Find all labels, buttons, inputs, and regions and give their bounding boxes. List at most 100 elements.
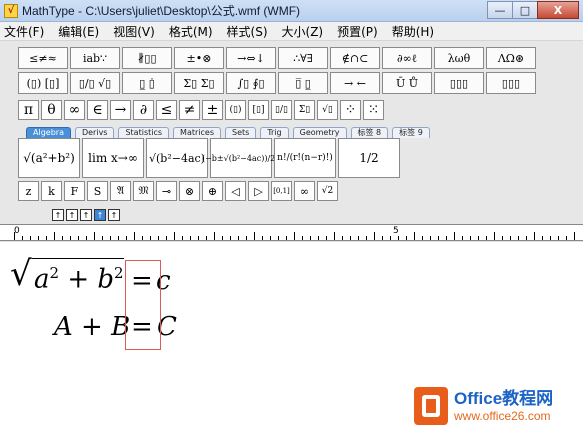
- palette-logic[interactable]: ∴∀∃: [278, 47, 328, 69]
- tab-sets[interactable]: Sets: [225, 127, 257, 138]
- menu-edit[interactable]: 编辑(E): [58, 23, 99, 40]
- tab-geometry[interactable]: Geometry: [292, 127, 347, 138]
- ruler-tick: [382, 236, 383, 240]
- size-button-5[interactable]: ↑: [108, 209, 120, 221]
- palette-bars[interactable]: ▯̅ ▯̲: [278, 72, 328, 94]
- size-button-2[interactable]: ↑: [66, 209, 78, 221]
- small-k[interactable]: k: [41, 181, 62, 201]
- symbol-partial[interactable]: ∂: [133, 100, 154, 120]
- maximize-button[interactable]: □: [512, 1, 538, 19]
- ruler-tick: [230, 236, 231, 240]
- ruler-tick: [270, 236, 271, 240]
- symbol-pi[interactable]: π: [18, 100, 39, 120]
- symbol-dots-2[interactable]: ⁙: [363, 100, 384, 120]
- small-multimap[interactable]: ⊸: [156, 181, 177, 201]
- equation-line-1[interactable]: a2 + b2: [34, 264, 124, 295]
- palette-misc[interactable]: ∂∞ℓ: [382, 47, 432, 69]
- ruler-tick: [510, 236, 511, 240]
- symbol-parentheses[interactable]: (▯): [225, 100, 246, 120]
- palette-arrows[interactable]: →⇔↓: [226, 47, 276, 69]
- palette-relations[interactable]: ≤≠≈: [18, 47, 68, 69]
- menu-size[interactable]: 大小(Z): [282, 23, 324, 40]
- symbol-sum[interactable]: Σ▯: [294, 100, 315, 120]
- ruler-tick: [334, 232, 335, 240]
- small-fraktur-A[interactable]: 𝔄: [110, 181, 131, 201]
- tab-matrices[interactable]: Matrices: [173, 127, 221, 138]
- minimize-button[interactable]: —: [487, 1, 513, 19]
- small-S[interactable]: S: [87, 181, 108, 201]
- menu-file[interactable]: 文件(F): [4, 23, 44, 40]
- small-otimes[interactable]: ⊗: [179, 181, 200, 201]
- ruler[interactable]: 0 5: [0, 224, 583, 241]
- menu-view[interactable]: 视图(V): [113, 23, 155, 40]
- palette-subscripts[interactable]: ▯̲ ▯̇: [122, 72, 172, 94]
- palette-boxes[interactable]: ▯▯▯: [486, 72, 536, 94]
- palette-greek-lower[interactable]: λωθ: [434, 47, 484, 69]
- symbol-arrow-right[interactable]: →: [110, 100, 131, 120]
- size-button-4[interactable]: ↑: [94, 209, 106, 221]
- small-fraktur-M[interactable]: 𝔐: [133, 181, 154, 201]
- ruler-tick: [518, 236, 519, 240]
- symbol-fraction[interactable]: ▯/▯: [271, 100, 292, 120]
- palette-fences[interactable]: (▯) [▯]: [18, 72, 68, 94]
- template-pythagoras[interactable]: √(a²+b²): [18, 138, 80, 178]
- size-button-3[interactable]: ↑: [80, 209, 92, 221]
- symbol-element-of[interactable]: ∈: [87, 100, 108, 120]
- menu-preferences[interactable]: 预置(P): [337, 23, 378, 40]
- tab-label-8[interactable]: 标签 8: [350, 127, 389, 138]
- ruler-tick: [342, 236, 343, 240]
- template-one-half[interactable]: 1/2: [338, 138, 400, 178]
- small-triangle-left[interactable]: ◁: [225, 181, 246, 201]
- palette-operators[interactable]: ±•⊗: [174, 47, 224, 69]
- symbol-plus-minus[interactable]: ±: [202, 100, 223, 120]
- ruler-tick: [62, 236, 63, 240]
- symbol-brackets[interactable]: [▯]: [248, 100, 269, 120]
- palette-products[interactable]: Ū Ů: [382, 72, 432, 94]
- tab-derivs[interactable]: Derivs: [74, 127, 115, 138]
- small-triangle-right[interactable]: ▷: [248, 181, 269, 201]
- menu-style[interactable]: 样式(S): [227, 23, 268, 40]
- symbol-infinity[interactable]: ∞: [64, 100, 85, 120]
- small-oplus[interactable]: ⊕: [202, 181, 223, 201]
- symbol-less-equal[interactable]: ≤: [156, 100, 177, 120]
- symbol-dots-1[interactable]: ⁘: [340, 100, 361, 120]
- palette-fractions-radicals[interactable]: ▯/▯ √▯: [70, 72, 120, 94]
- tab-statistics[interactable]: Statistics: [118, 127, 170, 138]
- symbol-sqrt[interactable]: √▯: [317, 100, 338, 120]
- tab-trig[interactable]: Trig: [260, 127, 289, 138]
- template-discriminant[interactable]: √(b²−4ac): [146, 138, 208, 178]
- ruler-tick: [390, 236, 391, 240]
- palette-embellishments[interactable]: ∦▯▯: [122, 47, 172, 69]
- menu-format[interactable]: 格式(M): [169, 23, 213, 40]
- palette-sets[interactable]: ∉∩⊂: [330, 47, 380, 69]
- palette-greek-upper[interactable]: ΛΩ⊛: [486, 47, 536, 69]
- symbol-theta[interactable]: θ: [41, 100, 62, 120]
- close-button[interactable]: X: [537, 1, 579, 19]
- small-infinity[interactable]: ∞: [294, 181, 315, 201]
- tab-label-9[interactable]: 标签 9: [392, 127, 430, 138]
- template-combination[interactable]: n!/(r!(n−r)!): [274, 138, 336, 178]
- small-sqrt-2[interactable]: √2: [317, 181, 338, 201]
- mathtype-app-icon[interactable]: √: [4, 3, 18, 18]
- template-limit[interactable]: lim x→∞: [82, 138, 144, 178]
- palette-sums[interactable]: Σ▯ Σ▯: [174, 72, 224, 94]
- size-button-1[interactable]: ↑: [52, 209, 64, 221]
- equation-line-2[interactable]: A + B: [54, 312, 130, 342]
- palette-spaces[interactable]: ⅰab∵: [70, 47, 120, 69]
- toolbar-area: ≤≠≈ ⅰab∵ ∦▯▯ ±•⊗ →⇔↓ ∴∀∃ ∉∩⊂ ∂∞ℓ λωθ ΛΩ⊛…: [0, 41, 583, 206]
- tab-algebra[interactable]: Algebra: [26, 127, 71, 138]
- ruler-tick: [278, 236, 279, 240]
- ruler-tick: [166, 236, 167, 240]
- palette-labeled-arrows[interactable]: → ←: [330, 72, 380, 94]
- ruler-tick: [254, 232, 255, 240]
- template-quadratic-formula[interactable]: (−b±√(b²−4ac))/2a: [202, 138, 280, 178]
- small-z[interactable]: z: [18, 181, 39, 201]
- small-F[interactable]: F: [64, 181, 85, 201]
- palette-integrals[interactable]: ∫▯ ∮▯: [226, 72, 276, 94]
- palette-matrices[interactable]: ▯▯▯: [434, 72, 484, 94]
- menu-help[interactable]: 帮助(H): [392, 23, 434, 40]
- ruler-tick: [286, 236, 287, 240]
- symbol-not-equal[interactable]: ≠: [179, 100, 200, 120]
- ruler-tick: [414, 232, 415, 240]
- small-interval[interactable]: [0,1]: [271, 181, 292, 201]
